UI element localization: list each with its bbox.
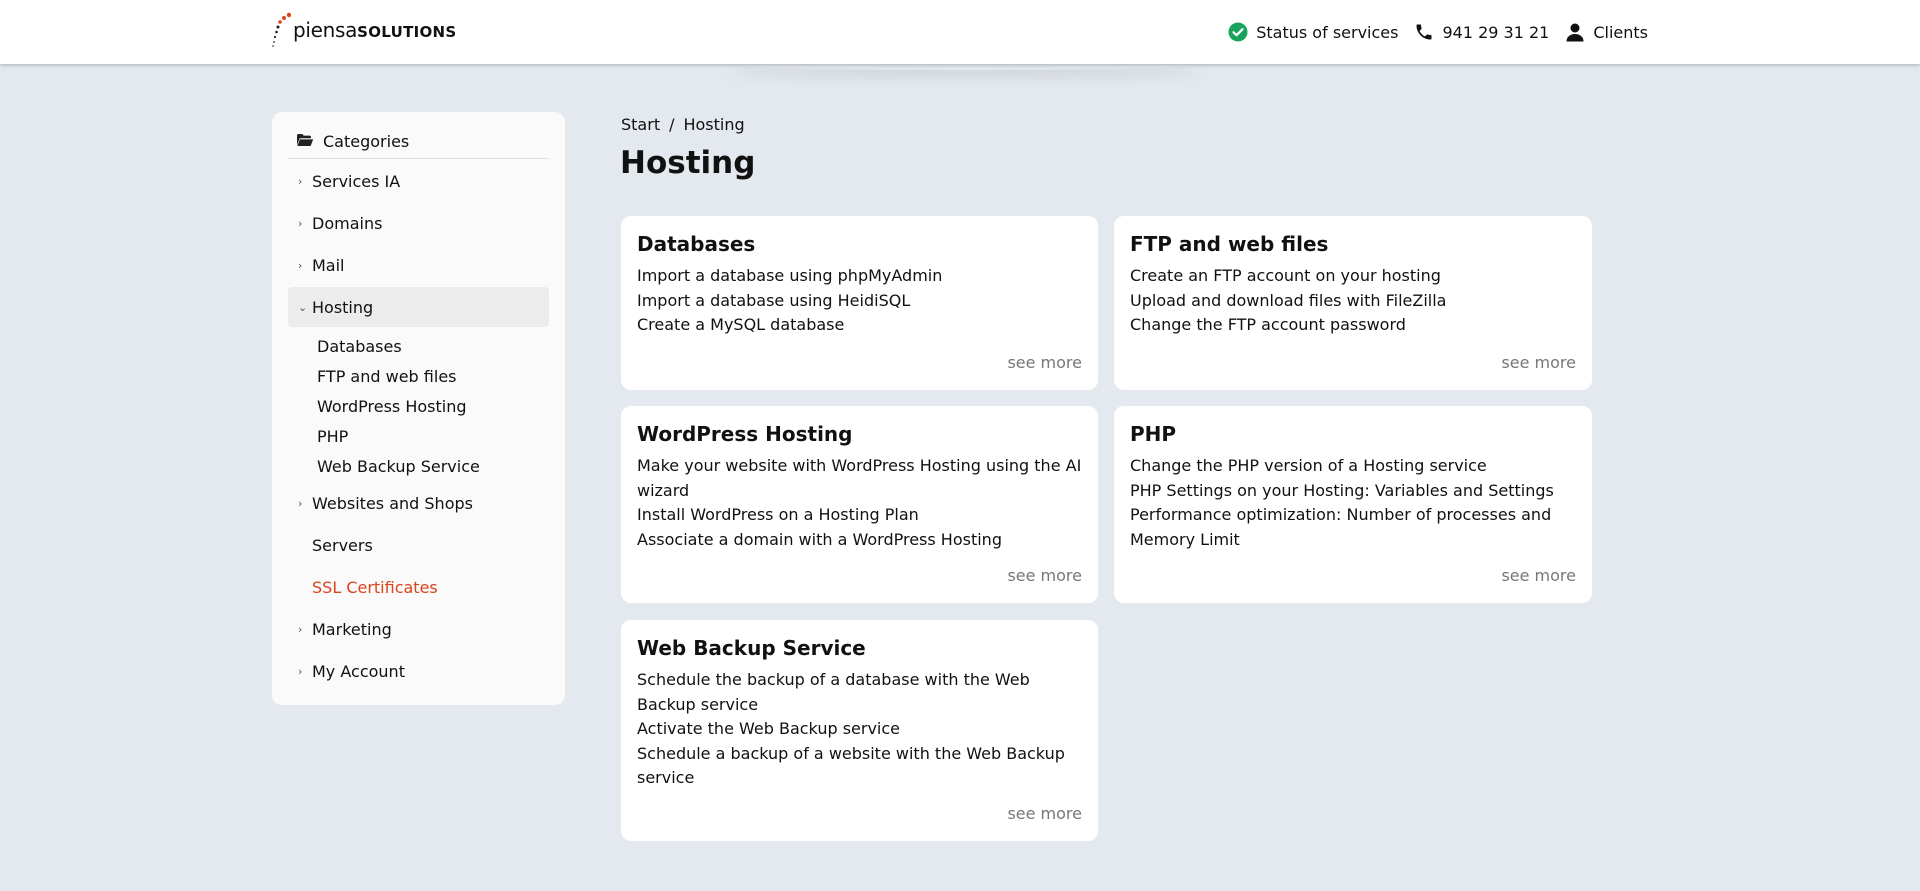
card-link[interactable]: Import a database using phpMyAdmin [637,264,1082,289]
breadcrumb: Start / Hosting [621,115,745,134]
phone-link[interactable]: 941 29 31 21 [1414,22,1549,42]
sidebar-item-label: Services IA [312,171,401,191]
clients-label: Clients [1593,22,1648,42]
sidebar-item-label: Hosting [312,297,374,317]
logo-dots-icon [271,12,292,48]
sidebar-item-label: Mail [312,255,345,275]
phone-number: 941 29 31 21 [1442,22,1550,42]
card-databases: Databases Import a database using phpMyA… [621,216,1098,390]
card-link-list: Change the PHP version of a Hosting serv… [1130,454,1576,552]
sidebar-item-label: Websites and Shops [312,493,473,513]
card-link[interactable]: Activate the Web Backup service [637,717,1082,742]
piensa-solutions-logo[interactable]: piensaSOLUTIONS [271,12,457,48]
card-link[interactable]: Create a MySQL database [637,313,1082,338]
card-title[interactable]: PHP [1130,422,1576,446]
status-of-services-label: Status of services [1256,22,1399,42]
logo-wordmark: piensaSOLUTIONS [293,18,457,42]
phone-icon [1414,22,1434,42]
sidebar-item-ssl-certificates[interactable]: SSL Certificates [288,567,549,607]
sidebar-item-services-ia[interactable]: › Services IA [288,161,549,201]
sidebar-item-label: Marketing [312,619,392,639]
card-link[interactable]: Change the FTP account password [1130,313,1576,338]
card-link-list: Make your website with WordPress Hosting… [637,454,1082,552]
card-link-list: Import a database using phpMyAdmin Impor… [637,264,1082,338]
card-title[interactable]: Web Backup Service [637,636,1082,660]
sidebar-item-label: Domains [312,213,383,233]
categories-heading: Categories [288,124,549,159]
sidebar-item-my-account[interactable]: › My Account [288,651,549,691]
see-more-link[interactable]: see more [1007,353,1082,372]
card-link[interactable]: Performance optimization: Number of proc… [1130,503,1576,552]
sidebar-item-label: Servers [312,535,373,555]
breadcrumb-current: Hosting [683,115,745,134]
breadcrumb-start-link[interactable]: Start [621,115,660,134]
see-more-link[interactable]: see more [1501,353,1576,372]
clients-link[interactable]: Clients [1565,22,1648,42]
card-link[interactable]: Install WordPress on a Hosting Plan [637,503,1082,528]
chevron-right-icon: › [298,258,303,272]
sidebar-subitem-wordpress-hosting[interactable]: WordPress Hosting [317,391,549,421]
folder-open-icon [296,132,314,151]
card-ftp-and-web-files: FTP and web files Create an FTP account … [1114,216,1592,390]
header-nav: Status of services 941 29 31 21 Clients [1228,18,1648,46]
card-link[interactable]: Import a database using HeidiSQL [637,289,1082,314]
sidebar-subitem-php[interactable]: PHP [317,421,549,451]
chevron-right-icon: › [298,174,303,188]
sidebar-subitem-web-backup-service[interactable]: Web Backup Service [317,451,549,481]
sidebar-item-marketing[interactable]: › Marketing [288,609,549,649]
chevron-down-icon: ⌄ [298,300,308,314]
sidebar-item-mail[interactable]: › Mail [288,245,549,285]
top-header: piensaSOLUTIONS Status of services 941 2… [0,0,1920,64]
categories-sidebar: Categories › Services IA › Domains › Mai… [272,112,565,705]
card-link-list: Create an FTP account on your hosting Up… [1130,264,1576,338]
card-title[interactable]: Databases [637,232,1082,256]
card-title[interactable]: WordPress Hosting [637,422,1082,446]
user-icon [1565,22,1585,42]
sidebar-item-websites-and-shops[interactable]: › Websites and Shops [288,483,549,523]
card-link[interactable]: Make your website with WordPress Hosting… [637,454,1082,503]
see-more-link[interactable]: see more [1501,566,1576,585]
sidebar-subitem-ftp-and-web-files[interactable]: FTP and web files [317,361,549,391]
card-link[interactable]: Create an FTP account on your hosting [1130,264,1576,289]
sidebar-item-hosting[interactable]: ⌄ Hosting [288,287,549,327]
category-menu: › Services IA › Domains › Mail ⌄ Hosting… [288,161,549,691]
card-web-backup-service: Web Backup Service Schedule the backup o… [621,620,1098,841]
chevron-right-icon: › [298,664,303,678]
card-wordpress-hosting: WordPress Hosting Make your website with… [621,406,1098,603]
check-circle-icon [1228,22,1248,42]
breadcrumb-separator: / [669,115,675,134]
card-link[interactable]: Change the PHP version of a Hosting serv… [1130,454,1576,479]
see-more-link[interactable]: see more [1007,804,1082,823]
chevron-right-icon: › [298,622,303,636]
card-link[interactable]: Schedule the backup of a database with t… [637,668,1082,717]
card-link-list: Schedule the backup of a database with t… [637,668,1082,791]
page-title: Hosting [620,145,756,181]
sidebar-subitem-databases[interactable]: Databases [317,331,549,361]
status-of-services-link[interactable]: Status of services [1228,22,1398,42]
hosting-submenu: Databases FTP and web files WordPress Ho… [288,331,549,481]
card-link[interactable]: Associate a domain with a WordPress Host… [637,528,1082,553]
sidebar-item-label: SSL Certificates [312,577,438,597]
see-more-link[interactable]: see more [1007,566,1082,585]
card-link[interactable]: PHP Settings on your Hosting: Variables … [1130,479,1576,504]
categories-title: Categories [323,131,410,151]
card-link[interactable]: Schedule a backup of a website with the … [637,742,1082,791]
card-title[interactable]: FTP and web files [1130,232,1576,256]
sidebar-item-label: My Account [312,661,405,681]
chevron-right-icon: › [298,496,303,510]
card-link[interactable]: Upload and download files with FileZilla [1130,289,1576,314]
hosting-submenu-container: Databases FTP and web files WordPress Ho… [288,331,549,481]
sidebar-item-servers[interactable]: Servers [288,525,549,565]
sidebar-item-domains[interactable]: › Domains [288,203,549,243]
chevron-right-icon: › [298,216,303,230]
card-php: PHP Change the PHP version of a Hosting … [1114,406,1592,603]
